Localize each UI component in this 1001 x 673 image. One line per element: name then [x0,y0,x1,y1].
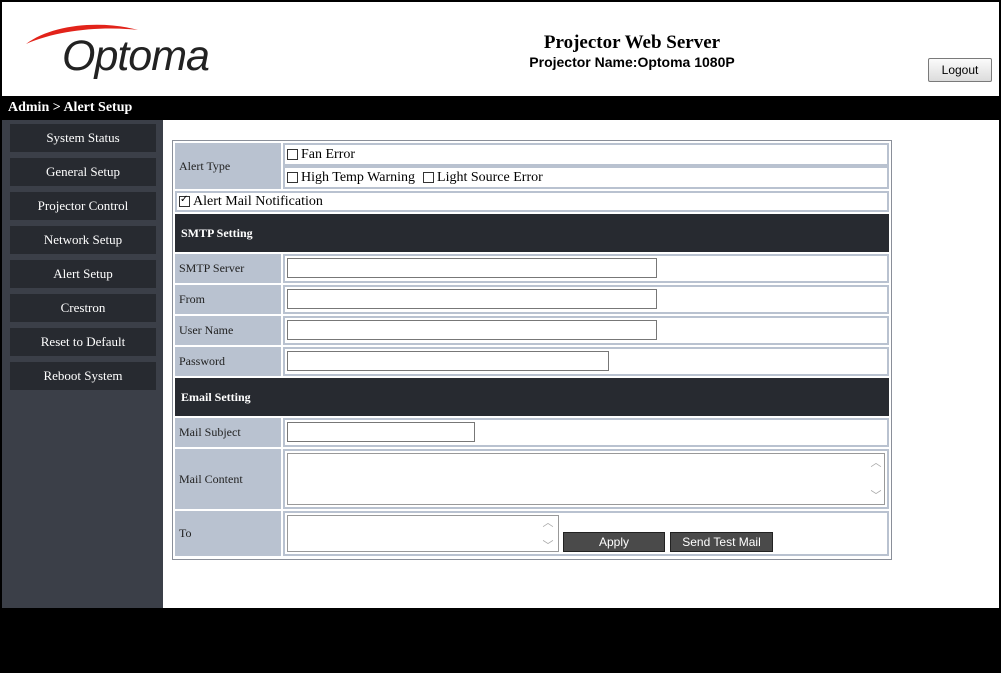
from-label: From [175,285,281,314]
light-source-checkbox[interactable] [423,172,435,183]
from-input[interactable] [287,289,657,309]
scroll-down-icon[interactable]: ﹀ [871,490,882,501]
alert-setup-form: Alert Type Fan Error High Temp Warning L… [172,140,892,560]
alert-type-label: Alert Type [175,143,281,189]
high-temp-option: High Temp Warning Light Source Error [287,168,543,187]
scroll-down-icon[interactable]: ﹀ [543,540,554,551]
sidebar-item-general-setup[interactable]: General Setup [10,158,156,189]
smtp-server-input[interactable] [287,258,657,278]
sidebar-item-projector-control[interactable]: Projector Control [10,192,156,223]
mail-content-label: Mail Content [175,449,281,509]
mail-content-scrollbar[interactable]: ︿ ﹀ [869,457,883,501]
smtp-server-cell [283,254,889,283]
high-temp-label: High Temp Warning [301,169,416,185]
sidebar-item-reset-to-default[interactable]: Reset to Default [10,328,156,359]
alert-mail-checkbox[interactable] [179,194,190,207]
alert-type-row-1 [285,145,887,164]
user-name-cell [283,316,889,345]
mail-content-cell: ︿ ﹀ [283,449,889,509]
user-name-input[interactable] [287,320,657,340]
main-content: Alert Type Fan Error High Temp Warning L… [163,120,999,608]
scroll-up-icon[interactable]: ︿ [543,517,554,528]
page-title: Projector Web Server [543,32,721,53]
footer [2,608,999,671]
sidebar-item-alert-setup[interactable]: Alert Setup [10,260,156,291]
high-temp-checkbox[interactable] [287,172,298,183]
smtp-server-label: SMTP Server [175,254,281,283]
fan-error-checkbox[interactable] [287,149,298,160]
to-label: To [175,511,281,556]
fan-error-option: Fan Error [287,145,355,164]
alert-mail-option: Alert Mail Notification [179,193,323,210]
mail-subject-input[interactable] [287,422,475,442]
logo-text: Optoma [62,32,210,80]
to-textarea[interactable] [287,515,559,552]
to-scrollbar[interactable]: ︿ ﹀ [541,517,555,551]
password-input[interactable] [287,351,609,371]
header: Optoma Projector Web Server Projector Na… [2,2,999,96]
user-name-label: User Name [175,316,281,345]
mail-content-textarea[interactable] [287,453,885,505]
alert-type-cell: Fan Error High Temp Warning Light Source… [283,143,889,189]
scroll-up-icon[interactable]: ︿ [871,457,882,468]
logout-button[interactable]: Logout [928,58,992,82]
breadcrumb: Admin > Alert Setup [2,96,999,120]
optoma-logo: Optoma [22,20,222,90]
sidebar-item-network-setup[interactable]: Network Setup [10,226,156,257]
sidebar: System Status General Setup Projector Co… [2,120,163,608]
sidebar-item-reboot-system[interactable]: Reboot System [10,362,156,393]
password-label: Password [175,347,281,376]
fan-error-label: Fan Error [301,146,356,162]
light-source-label: Light Source Error [437,169,543,185]
alert-mail-row: Alert Mail Notification [175,191,889,212]
sidebar-item-system-status[interactable]: System Status [10,124,156,155]
password-cell [283,347,889,376]
alert-mail-label: Alert Mail Notification [193,193,323,209]
smtp-section-header: SMTP Setting [175,214,889,252]
mail-subject-label: Mail Subject [175,418,281,447]
to-cell: ︿ ﹀ Apply Send Test Mail [283,511,889,556]
projector-name: Projector Name:Optoma 1080P [529,54,735,70]
send-test-mail-button[interactable]: Send Test Mail [670,532,773,552]
from-cell [283,285,889,314]
mail-subject-cell [283,418,889,447]
app-window: Optoma Projector Web Server Projector Na… [0,0,1001,673]
apply-button[interactable]: Apply [563,532,665,552]
sidebar-item-crestron[interactable]: Crestron [10,294,156,325]
email-section-header: Email Setting [175,378,889,416]
